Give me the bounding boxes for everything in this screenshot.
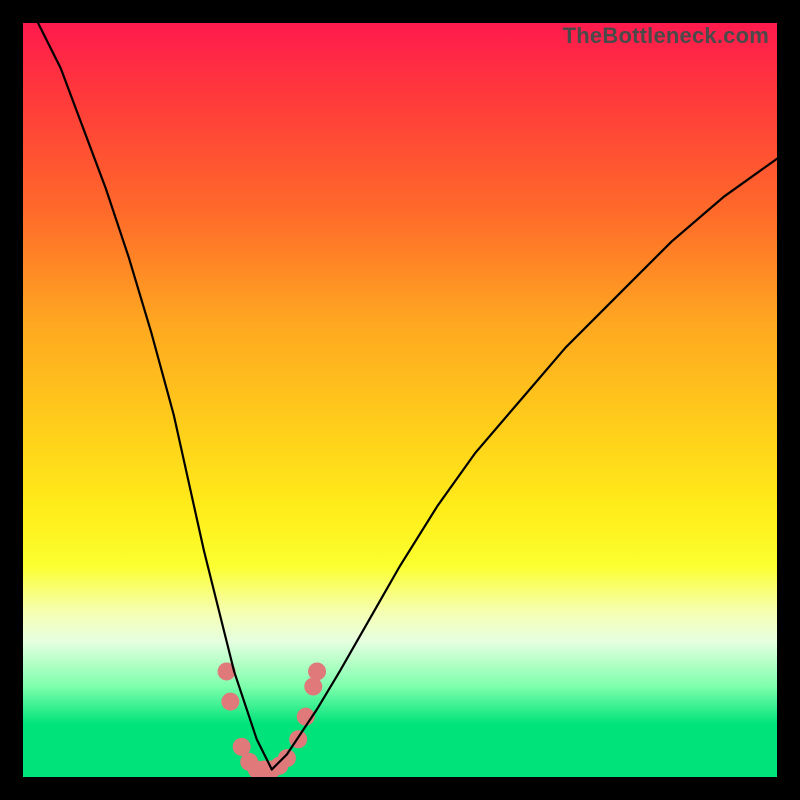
marker-point (304, 678, 322, 696)
curve-right (272, 159, 777, 770)
chart-frame: TheBottleneck.com (0, 0, 800, 800)
plot-area: TheBottleneck.com (23, 23, 777, 777)
marker-point (278, 749, 296, 767)
curve-left (38, 23, 272, 769)
marker-point (308, 662, 326, 680)
marker-point (221, 693, 239, 711)
chart-svg (23, 23, 777, 777)
